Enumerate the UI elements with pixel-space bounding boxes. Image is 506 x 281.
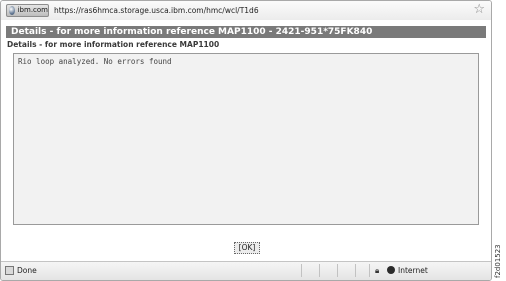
status-divider bbox=[355, 264, 356, 277]
page-icon bbox=[5, 266, 14, 275]
browser-window: ibm.com https://ras6hmca.storage.usca.ib… bbox=[0, 0, 492, 281]
globe-icon bbox=[9, 6, 15, 15]
zone-text: Internet bbox=[398, 266, 428, 275]
lock-icon: 🔒︎ bbox=[375, 266, 380, 275]
status-bar: Done 🔒︎ Internet bbox=[1, 261, 491, 280]
status-text: Done bbox=[17, 266, 37, 275]
url-text[interactable]: https://ras6hmca.storage.usca.ibm.com/hm… bbox=[54, 4, 259, 17]
dialog-subtitle: Details - for more information reference… bbox=[7, 40, 220, 49]
figure-id: f2d01523 bbox=[494, 244, 502, 278]
status-divider bbox=[369, 264, 370, 277]
internet-zone-icon bbox=[387, 266, 395, 274]
address-bar[interactable]: ibm.com https://ras6hmca.storage.usca.ib… bbox=[1, 1, 491, 21]
status-divider bbox=[301, 264, 302, 277]
details-message: Rio loop analyzed. No errors found bbox=[18, 57, 172, 66]
page-content: Details - for more information reference… bbox=[1, 20, 491, 262]
site-name: ibm.com bbox=[17, 6, 48, 14]
dialog-title: Details - for more information reference… bbox=[6, 26, 486, 38]
status-divider bbox=[337, 264, 338, 277]
site-identity-badge[interactable]: ibm.com bbox=[6, 4, 49, 17]
star-icon[interactable]: ☆ bbox=[473, 2, 485, 18]
details-message-area[interactable]: Rio loop analyzed. No errors found bbox=[13, 53, 479, 225]
status-divider bbox=[319, 264, 320, 277]
ok-button[interactable]: [OK] bbox=[234, 242, 260, 254]
